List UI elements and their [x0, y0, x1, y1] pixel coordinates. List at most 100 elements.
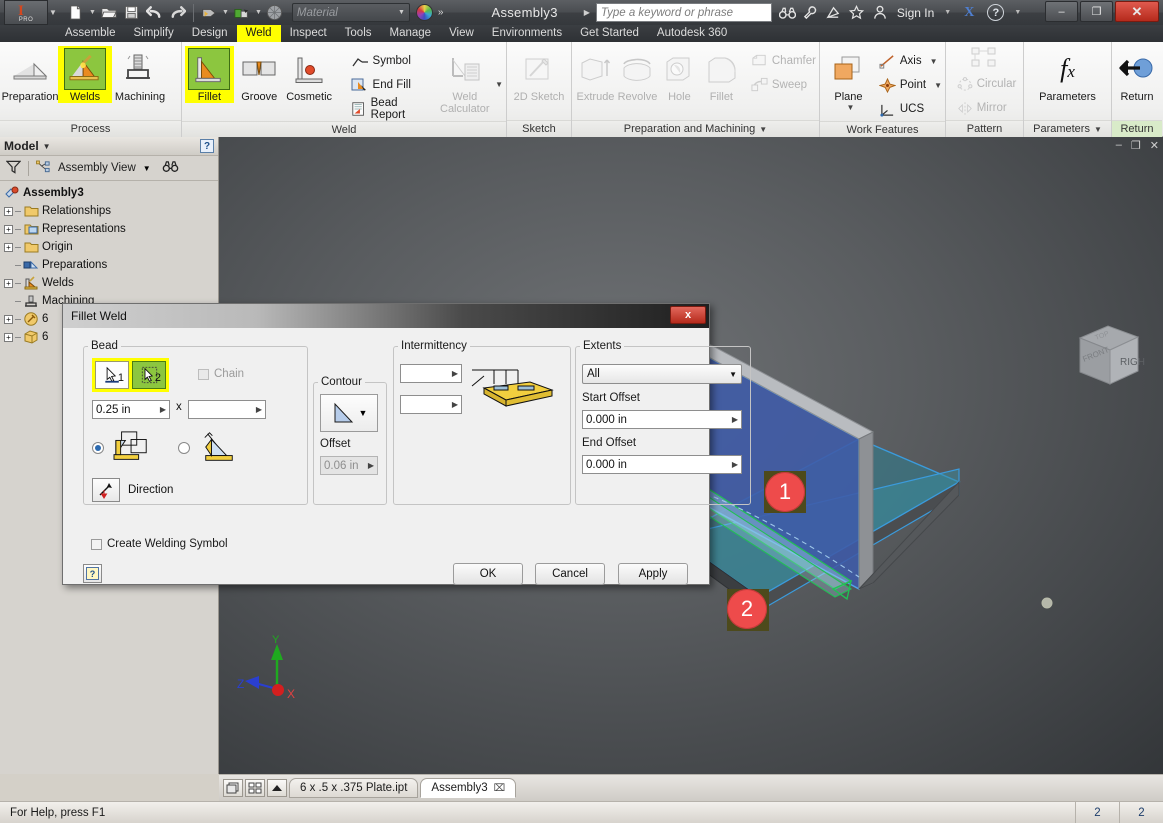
- extents-mode-select[interactable]: All ▼: [582, 364, 742, 384]
- ribbon-button-return[interactable]: Return: [1115, 46, 1159, 103]
- plane-caret-icon[interactable]: ▼: [846, 103, 854, 112]
- ribbon-tab-autodesk-360[interactable]: Autodesk 360: [648, 25, 736, 42]
- new-icon[interactable]: [65, 2, 87, 23]
- ribbon-button-bead-report[interactable]: Bead Report: [347, 97, 429, 121]
- redo-icon[interactable]: [167, 2, 189, 23]
- select-face-set-2-button[interactable]: 2: [132, 361, 166, 389]
- browser-find-icon[interactable]: [162, 160, 179, 176]
- appearance-icon[interactable]: [231, 2, 253, 23]
- save-icon[interactable]: [121, 2, 143, 23]
- browser-tree-item[interactable]: + Representations: [4, 220, 218, 238]
- create-welding-symbol-checkbox[interactable]: [91, 538, 102, 550]
- assembly-view-caret-icon[interactable]: ▼: [143, 164, 151, 173]
- assembly-view-label[interactable]: Assembly View: [58, 162, 136, 174]
- bead-mode-option-1[interactable]: [92, 430, 154, 466]
- tile-windows-icon[interactable]: [223, 779, 243, 797]
- ribbon-button-end-fill[interactable]: End Fill: [347, 73, 429, 97]
- browser-tree-item[interactable]: Assembly3: [4, 184, 218, 202]
- search-input[interactable]: Type a keyword or phrase: [595, 3, 772, 22]
- ribbon-button-axis[interactable]: Axis ▼: [875, 49, 942, 73]
- bead-size1-input[interactable]: 0.25 in ▶: [92, 400, 170, 419]
- start-offset-spin-icon[interactable]: ▶: [732, 415, 738, 424]
- view-cube[interactable]: RIGHT FRONT TOP: [1070, 320, 1151, 392]
- ribbon-button-point[interactable]: Point ▼: [875, 73, 942, 97]
- direction-row[interactable]: Direction: [92, 478, 173, 502]
- tree-expander-icon[interactable]: +: [4, 242, 13, 252]
- dialog-close-button[interactable]: x: [670, 306, 706, 324]
- wrench-icon[interactable]: [802, 4, 820, 22]
- title-caret-icon[interactable]: ▶: [584, 8, 590, 17]
- ribbon-button-ucs[interactable]: UCS: [875, 97, 942, 121]
- ribbon-button-chamfer[interactable]: Chamfer: [747, 49, 816, 73]
- ribbon-panel-title[interactable]: Preparation and Machining ▼: [572, 120, 819, 137]
- person-icon[interactable]: [871, 4, 889, 22]
- ribbon-tab-tools[interactable]: Tools: [336, 25, 381, 42]
- ribbon-button-weld-calculator[interactable]: Weld Calculator: [439, 46, 490, 115]
- document-tab-close-icon[interactable]: ⌧: [494, 783, 506, 794]
- ribbon-button-parameters[interactable]: fx Parameters: [1033, 46, 1103, 103]
- application-menu-button[interactable]: I PRO: [4, 0, 48, 25]
- material-sphere-icon[interactable]: [264, 2, 286, 23]
- direction-button[interactable]: [92, 478, 120, 502]
- open-icon[interactable]: [98, 2, 120, 23]
- ribbon-tab-get-started[interactable]: Get Started: [571, 25, 648, 42]
- weld-calculator-caret-icon[interactable]: ▼: [495, 80, 503, 89]
- end-offset-input[interactable]: 0.000 in ▶: [582, 455, 742, 474]
- tree-expander-icon[interactable]: +: [4, 332, 13, 342]
- appearance-caret-icon[interactable]: ▼: [254, 9, 263, 16]
- bead-size2-spin-icon[interactable]: ▶: [256, 405, 262, 414]
- intermittency-field-2[interactable]: ▶: [400, 395, 462, 414]
- ribbon-tab-inspect[interactable]: Inspect: [281, 25, 336, 42]
- ribbon-button-extrude[interactable]: Extrude: [575, 46, 616, 103]
- ribbon-tab-assemble[interactable]: Assemble: [56, 25, 125, 42]
- new-caret-icon[interactable]: ▼: [88, 9, 97, 16]
- bead-mode-option-2[interactable]: [178, 430, 242, 466]
- ribbon-button-preparation[interactable]: Preparation: [2, 46, 58, 103]
- dialog-help-button[interactable]: ?: [83, 564, 102, 583]
- bead-size1-spin-icon[interactable]: ▶: [160, 405, 166, 414]
- browser-tree-item[interactable]: + Origin: [4, 238, 218, 256]
- close-button[interactable]: ✕: [1115, 1, 1159, 22]
- color-wheel-icon[interactable]: [415, 4, 433, 21]
- sign-in-caret-icon[interactable]: ▼: [944, 9, 951, 16]
- ribbon-tab-design[interactable]: Design: [183, 25, 237, 42]
- ribbon-panel-title[interactable]: Parameters ▼: [1024, 120, 1111, 137]
- document-tab-plate[interactable]: 6 x .5 x .375 Plate.ipt: [289, 778, 419, 798]
- exchange-apps-icon[interactable]: X: [964, 5, 974, 21]
- bead-mode-radio-1[interactable]: [92, 442, 104, 454]
- undo-icon[interactable]: [144, 2, 166, 23]
- ribbon-button-cosmetic-weld[interactable]: Cosmetic: [285, 46, 334, 103]
- material-caret-icon[interactable]: ▼: [398, 9, 405, 16]
- material-selector[interactable]: Material ▼: [291, 3, 410, 22]
- document-tab-assembly3[interactable]: Assembly3 ⌧: [420, 778, 517, 798]
- rectangular-pattern-icon[interactable]: [970, 45, 1000, 71]
- apply-button[interactable]: Apply: [618, 563, 688, 585]
- intermittency-field-1[interactable]: ▶: [400, 364, 462, 383]
- browser-tree-item[interactable]: + Welds: [4, 274, 218, 292]
- dialog-title-bar[interactable]: Fillet Weld x: [63, 304, 709, 328]
- ribbon-button-sweep[interactable]: Sweep: [747, 73, 816, 97]
- select-face-set-1-button[interactable]: 1: [95, 361, 129, 389]
- application-menu-caret-icon[interactable]: ▼: [49, 8, 57, 17]
- browser-tree-item[interactable]: + Relationships: [4, 202, 218, 220]
- ribbon-tab-simplify[interactable]: Simplify: [125, 25, 183, 42]
- restore-button[interactable]: ❐: [1080, 1, 1113, 22]
- ribbon-button-symbol[interactable]: Symbol: [347, 49, 429, 73]
- binoculars-icon[interactable]: [779, 4, 797, 22]
- ribbon-button-machining[interactable]: Machining: [113, 46, 167, 103]
- ribbon-tab-manage[interactable]: Manage: [381, 25, 441, 42]
- ribbon-button-hole[interactable]: Hole: [659, 46, 700, 103]
- extents-caret-icon[interactable]: ▼: [729, 370, 737, 379]
- ribbon-button-plane[interactable]: Plane ▼: [823, 46, 874, 112]
- marker-2[interactable]: 2: [727, 589, 767, 629]
- cancel-button[interactable]: Cancel: [535, 563, 605, 585]
- ribbon-button-revolve[interactable]: Revolve: [617, 46, 658, 103]
- intermittency-spin-2-icon[interactable]: ▶: [452, 400, 458, 409]
- update-icon[interactable]: [198, 2, 220, 23]
- chain-row[interactable]: Chain: [198, 368, 244, 380]
- expand-toolbar-icon[interactable]: »: [438, 7, 443, 18]
- bead-mode-radio-2[interactable]: [178, 442, 190, 454]
- scroll-up-icon[interactable]: [267, 779, 287, 797]
- ribbon-button-groove-weld[interactable]: Groove: [235, 46, 284, 103]
- ribbon-button-2d-sketch[interactable]: 2D Sketch: [512, 46, 566, 103]
